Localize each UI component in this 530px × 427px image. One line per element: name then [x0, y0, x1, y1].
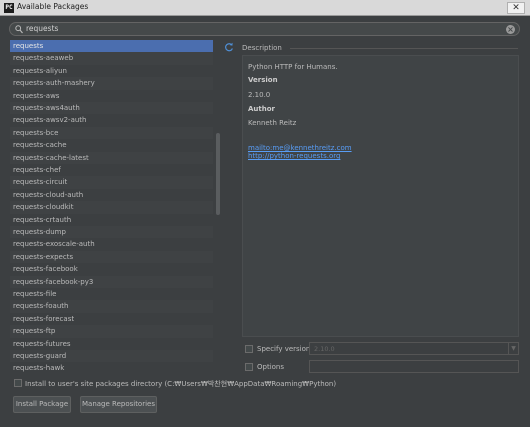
package-list-item[interactable]: requests-foauth — [10, 300, 213, 313]
install-package-button[interactable]: Install Package — [13, 396, 71, 413]
package-list-item[interactable]: requests-cloud-auth — [10, 189, 213, 201]
package-summary: Python HTTP for Humans. — [248, 63, 338, 71]
options-checkbox[interactable] — [245, 363, 253, 371]
package-list-item[interactable]: requests-bce — [10, 126, 213, 140]
package-list-scroll-thumb[interactable] — [216, 133, 220, 215]
package-list-item[interactable]: requests-facebook-py3 — [10, 275, 213, 288]
app-icon: PC — [4, 3, 14, 13]
search-value: requests — [26, 24, 59, 33]
package-list-item[interactable]: requests-chef — [10, 164, 213, 176]
package-list-item[interactable]: requests-forecast — [10, 313, 213, 325]
author-value: Kenneth Reitz — [248, 119, 297, 127]
version-value: 2.10.0 — [248, 91, 271, 99]
close-button[interactable]: ✕ — [507, 2, 525, 14]
package-list-item[interactable]: requests — [10, 40, 213, 53]
clear-search-icon[interactable]: × — [506, 25, 515, 34]
package-list-item[interactable]: requests-crtauth — [10, 214, 213, 226]
package-list-item[interactable]: requests-file — [10, 288, 213, 300]
package-list-item[interactable]: requests-auth-mashery — [10, 77, 213, 90]
version-select-value: 2.10.0 — [314, 345, 335, 353]
package-list-item[interactable]: requests-aws — [10, 90, 213, 102]
package-list-item[interactable]: requests-awsv2-auth — [10, 114, 213, 126]
install-user-checkbox[interactable] — [14, 379, 22, 387]
package-list-item[interactable]: requests-facebook — [10, 263, 213, 275]
install-user-label: Install to user's site packages director… — [25, 380, 337, 388]
package-list[interactable]: requests requests-aeaweb requests-aliyun re… — [10, 40, 213, 372]
package-list-item[interactable]: requests-futures — [10, 338, 213, 350]
options-label: Options — [257, 363, 285, 371]
package-list-item[interactable]: requests-aliyun — [10, 65, 213, 77]
description-divider — [290, 48, 518, 49]
chevron-down-icon[interactable]: ▼ — [508, 343, 518, 354]
description-panel: Python HTTP for Humans. Version 2.10.0 A… — [242, 55, 519, 337]
package-list-item[interactable]: requests-cache — [10, 139, 213, 151]
options-input[interactable] — [309, 360, 519, 373]
package-list-item[interactable]: requests-circuit — [10, 176, 213, 189]
search-icon — [15, 25, 23, 34]
version-heading: Version — [248, 76, 278, 84]
package-list-item[interactable]: requests-aws4auth — [10, 102, 213, 115]
author-heading: Author — [248, 105, 275, 113]
package-list-item[interactable]: requests-hawk — [10, 362, 213, 372]
specify-version-checkbox[interactable] — [245, 345, 253, 353]
description-label: Description — [242, 44, 282, 52]
search-input[interactable]: requests × — [9, 22, 520, 36]
homepage-link[interactable]: http://python-requests.org — [248, 152, 340, 160]
reload-icon[interactable] — [224, 42, 234, 52]
package-list-item[interactable]: requests-exoscale-auth — [10, 238, 213, 250]
package-list-item[interactable]: requests-ftp — [10, 325, 213, 338]
author-email-link[interactable]: mailto:me@kennethreitz.com — [248, 144, 352, 152]
package-list-item[interactable]: requests-cache-latest — [10, 151, 213, 164]
package-list-item[interactable]: requests-guard — [10, 350, 213, 363]
specify-version-label: Specify version — [257, 345, 311, 353]
window-title: Available Packages — [17, 2, 89, 11]
package-list-item[interactable]: requests-dump — [10, 226, 213, 239]
package-list-item[interactable]: requests-cloudkit — [10, 201, 213, 214]
manage-repositories-button[interactable]: Manage Repositories — [80, 396, 157, 413]
package-list-item[interactable]: requests-aeaweb — [10, 52, 213, 65]
title-bar: PC Available Packages ✕ — [0, 0, 530, 16]
version-select[interactable]: 2.10.0 ▼ — [309, 342, 519, 355]
package-list-item[interactable]: requests-expects — [10, 250, 213, 264]
